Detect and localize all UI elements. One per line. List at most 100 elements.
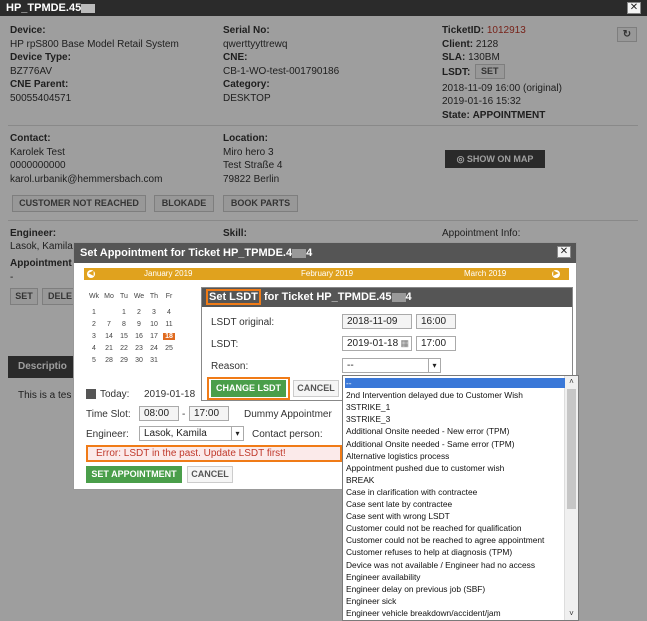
lsdt-label: LSDT: [211, 339, 239, 350]
reason-option[interactable]: BREAK [345, 475, 565, 485]
next-month-icon[interactable]: ▶ [552, 270, 560, 278]
calendar-day[interactable]: 30 [133, 357, 145, 364]
reason-option[interactable]: Device was not available / Engineer had … [345, 560, 565, 570]
lsdt-original-time-input: 16:00 [416, 314, 456, 329]
calendar-day[interactable]: 22 [118, 345, 130, 352]
reason-label: Reason: [211, 361, 249, 372]
weekday-header: Mo [104, 293, 114, 300]
weekday-header: Wk [88, 293, 100, 300]
reason-option[interactable]: Case sent late by contractee [345, 499, 565, 509]
calendar-day[interactable]: 16 [133, 333, 145, 340]
reason-option[interactable]: 3STRIKE_3 [345, 414, 565, 424]
reason-option[interactable]: Engineer sick [345, 596, 565, 606]
dummy-appointment-label: Dummy Appointmer [244, 409, 332, 420]
window-title: HP_TPMDE.45 [6, 2, 82, 14]
today-label: Today: [100, 389, 130, 400]
appointment-dialog-title: Set Appointment for Ticket HP_TPMDE.4 4 [74, 243, 576, 263]
weekday-header: We [133, 293, 145, 300]
week-number: 2 [92, 321, 96, 328]
reason-option[interactable]: Customer could not be reached for qualif… [345, 523, 565, 533]
reason-option[interactable]: Engineer availability [345, 572, 565, 582]
calendar-day[interactable]: 4 [163, 309, 175, 316]
redacted-mark [81, 3, 96, 13]
reason-option[interactable]: Case sent with wrong LSDT [345, 511, 565, 521]
reason-option[interactable]: Case in clarification with contractee [345, 487, 565, 497]
calendar-day[interactable]: 14 [103, 333, 115, 340]
set-appointment-button[interactable]: SET APPOINTMENT [86, 466, 182, 483]
calendar-day[interactable]: 28 [103, 357, 115, 364]
calendar-day[interactable]: 21 [103, 345, 115, 352]
lsdt-date-input[interactable]: 2019-01-18 ▦ [342, 336, 412, 351]
close-icon[interactable]: ✕ [627, 2, 641, 14]
lsdt-title-suffix: 4 [405, 291, 412, 303]
calendar-day[interactable]: 18 [163, 333, 175, 340]
cancel-button[interactable]: CANCEL [293, 380, 339, 397]
calendar-day[interactable]: 8 [118, 321, 130, 328]
prev-month-icon[interactable]: ◀ [87, 270, 95, 278]
cancel-button[interactable]: CANCEL [187, 466, 233, 483]
weekday-header: Tu [120, 293, 128, 300]
lsdt-title-rest: for Ticket HP_TPMDE.45 [260, 291, 392, 303]
reason-option[interactable]: Alternative logistics process [345, 451, 565, 461]
appointment-dialog-title-text: Set Appointment for Ticket HP_TPMDE.4 [80, 247, 293, 259]
lsdt-title-highlight: Set LSDT [206, 289, 261, 305]
reason-option[interactable]: Engineer vehicle breakdown/accident/jam [345, 608, 565, 618]
scroll-down-icon[interactable]: ˅ [566, 608, 577, 619]
calendar-day[interactable]: 9 [133, 321, 145, 328]
calendar-day[interactable]: 31 [148, 357, 160, 364]
reason-option[interactable]: 2nd Intervention delayed due to Customer… [345, 390, 565, 400]
scrollbar-thumb[interactable] [567, 389, 576, 509]
calendar-day[interactable]: 7 [103, 321, 115, 328]
chevron-down-icon: ▾ [428, 359, 440, 372]
calendar-day[interactable]: 29 [118, 357, 130, 364]
time-from-input[interactable]: 08:00 [139, 406, 179, 421]
reason-option[interactable]: Additional Onsite needed - Same error (T… [345, 439, 565, 449]
month-label: February 2019 [301, 269, 354, 278]
engineer-label: Engineer: [86, 429, 129, 440]
calendar-day[interactable]: 17 [148, 333, 160, 340]
reason-dropdown-list[interactable]: ˄ ˅ -- 2nd Intervention delayed due to Cu… [342, 375, 579, 621]
lsdt-time-input[interactable]: 17:00 [416, 336, 456, 351]
calendar-day[interactable]: 15 [118, 333, 130, 340]
calendar-day[interactable]: 11 [163, 321, 175, 328]
calendar-icon[interactable]: ▦ [400, 337, 409, 350]
time-slot-label: Time Slot: [86, 409, 131, 420]
weekday-header: Fr [165, 293, 173, 300]
reason-option[interactable]: 3STRIKE_1 [345, 402, 565, 412]
reason-option[interactable]: Customer refuses to help at diagnosis (T… [345, 547, 565, 557]
redacted-mark [391, 292, 406, 302]
week-number: 5 [92, 357, 96, 364]
reason-select[interactable]: -- ▾ [342, 358, 441, 373]
reason-select-value: -- [347, 360, 354, 371]
reason-option[interactable]: Customer could not be reached to agree a… [345, 535, 565, 545]
dropdown-scrollbar[interactable]: ˄ ˅ [564, 376, 578, 620]
weekday-header: Th [149, 293, 159, 300]
time-separator: - [182, 409, 186, 420]
calendar-month-bar: ◀ January 2019 February 2019 March 2019 … [84, 268, 569, 280]
redacted-mark [292, 248, 307, 258]
today-value: 2019-01-18 [144, 389, 196, 400]
calendar-day[interactable]: 2 [133, 309, 145, 316]
time-to-input[interactable]: 17:00 [189, 406, 229, 421]
calendar-day[interactable]: 25 [163, 345, 175, 352]
reason-option[interactable]: Engineer delay on previous job (SBF) [345, 584, 565, 594]
calendar-day[interactable]: 1 [118, 309, 130, 316]
lsdt-date-value: 2019-01-18 [347, 338, 399, 349]
today-square-icon [86, 389, 96, 399]
calendar-day[interactable]: 3 [148, 309, 160, 316]
reason-option[interactable]: -- [345, 378, 565, 388]
month-label: January 2019 [144, 269, 193, 278]
reason-option[interactable]: Additional Onsite needed - New error (TP… [345, 426, 565, 436]
contact-person-label: Contact person: [252, 429, 323, 440]
reason-option[interactable]: Appointment pushed due to customer wish [345, 463, 565, 473]
appointment-dialog-title-suffix: 4 [306, 247, 313, 259]
calendar-day[interactable]: 24 [148, 345, 160, 352]
engineer-select[interactable]: Lasok, Kamila ▾ [139, 426, 244, 441]
window-title-bar: HP_TPMDE.45 [0, 0, 647, 16]
close-icon[interactable]: ✕ [557, 246, 571, 258]
error-message: Error: LSDT in the past. Update LSDT fir… [86, 445, 342, 462]
change-lsdt-button[interactable]: CHANGE LSDT [211, 380, 286, 397]
calendar-day[interactable]: 23 [133, 345, 145, 352]
calendar-day[interactable]: 10 [148, 321, 160, 328]
scroll-up-icon[interactable]: ˄ [566, 376, 577, 387]
